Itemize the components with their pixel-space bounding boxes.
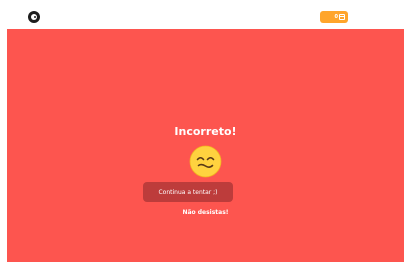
continue-button[interactable]: Continua a tentar ;) [143, 182, 233, 202]
top-bar: 0 [0, 0, 410, 29]
encouragement-text: Não desistas! [182, 209, 229, 216]
feedback-title: Incorreto! [174, 125, 237, 138]
incorrect-feedback-panel: Incorreto! Continua a tentar ;) Não desi… [7, 29, 404, 262]
crate-icon [339, 14, 345, 20]
badge-count: 0 [334, 13, 338, 20]
app-logo-icon[interactable] [28, 11, 40, 23]
logo-mark [31, 14, 37, 20]
points-badge[interactable]: 0 [320, 11, 348, 23]
relieved-face-icon [189, 145, 222, 178]
